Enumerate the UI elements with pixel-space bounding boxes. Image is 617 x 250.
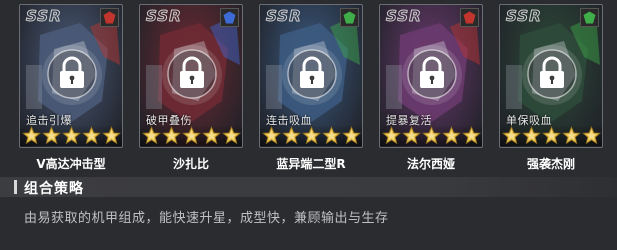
rarity-badge: SSR bbox=[146, 7, 182, 26]
faction-emblem-icon bbox=[220, 8, 239, 27]
star-icon bbox=[381, 126, 401, 145]
mecha-card[interactable]: SSR 提暴复活 bbox=[379, 4, 483, 148]
star-icon bbox=[541, 126, 561, 145]
star-icon bbox=[221, 126, 241, 145]
star-rating bbox=[140, 126, 242, 146]
star-icon bbox=[81, 126, 101, 145]
mecha-card[interactable]: SSR 追击引爆 bbox=[19, 4, 123, 148]
section-description: 由易获取的机甲组成，能快速升星，成型快，兼顾输出与生存 bbox=[24, 211, 389, 226]
star-icon bbox=[441, 126, 461, 145]
rarity-badge: SSR bbox=[26, 7, 62, 26]
star-icon bbox=[141, 126, 161, 145]
star-icon bbox=[501, 126, 521, 145]
faction-emblem-icon bbox=[580, 8, 599, 27]
mecha-name: 强袭杰刚 bbox=[526, 157, 575, 171]
mecha-card[interactable]: SSR 破甲叠伤 bbox=[139, 4, 243, 148]
mecha-name: V高达冲击型 bbox=[36, 157, 106, 171]
star-icon bbox=[161, 126, 181, 145]
star-icon bbox=[561, 126, 581, 145]
star-icon bbox=[581, 126, 601, 145]
star-icon bbox=[261, 126, 281, 145]
lock-icon bbox=[167, 49, 217, 99]
mecha-card[interactable]: SSR 连击吸血 bbox=[259, 4, 363, 148]
mecha-card[interactable]: SSR 单保吸血 bbox=[499, 4, 603, 148]
star-rating bbox=[500, 126, 602, 146]
lock-icon bbox=[287, 49, 337, 99]
section-marker bbox=[14, 180, 17, 194]
faction-emblem-icon bbox=[100, 8, 119, 27]
faction-emblem-icon bbox=[340, 8, 359, 27]
star-icon bbox=[421, 126, 441, 145]
mecha-name: 法尔西娅 bbox=[406, 157, 455, 171]
lock-icon bbox=[527, 49, 577, 99]
star-rating bbox=[20, 126, 122, 146]
rarity-badge: SSR bbox=[506, 7, 542, 26]
star-icon bbox=[61, 126, 81, 145]
star-icon bbox=[281, 126, 301, 145]
star-rating bbox=[380, 126, 482, 146]
star-icon bbox=[521, 126, 541, 145]
faction-emblem-icon bbox=[460, 8, 479, 27]
star-icon bbox=[301, 126, 321, 145]
lock-icon bbox=[407, 49, 457, 99]
star-icon bbox=[321, 126, 341, 145]
rarity-badge: SSR bbox=[266, 7, 302, 26]
star-icon bbox=[201, 126, 221, 145]
star-icon bbox=[21, 126, 41, 145]
star-icon bbox=[401, 126, 421, 145]
section-title: 组合策略 bbox=[24, 181, 84, 197]
star-icon bbox=[181, 126, 201, 145]
lock-icon bbox=[47, 49, 97, 99]
mecha-name: 蓝异端二型R bbox=[276, 157, 346, 171]
rarity-badge: SSR bbox=[386, 7, 422, 26]
star-rating bbox=[260, 126, 362, 146]
star-icon bbox=[461, 126, 481, 145]
star-icon bbox=[41, 126, 61, 145]
mecha-name: 沙扎比 bbox=[172, 157, 209, 171]
star-icon bbox=[341, 126, 361, 145]
star-icon bbox=[101, 126, 121, 145]
section-header-bar bbox=[0, 177, 617, 197]
mecha-card-row: SSR 追击引爆 V高达冲击型 SSR 破甲叠伤沙扎比 SSR 连击吸血蓝异端二型R SSR 提… bbox=[0, 0, 617, 178]
